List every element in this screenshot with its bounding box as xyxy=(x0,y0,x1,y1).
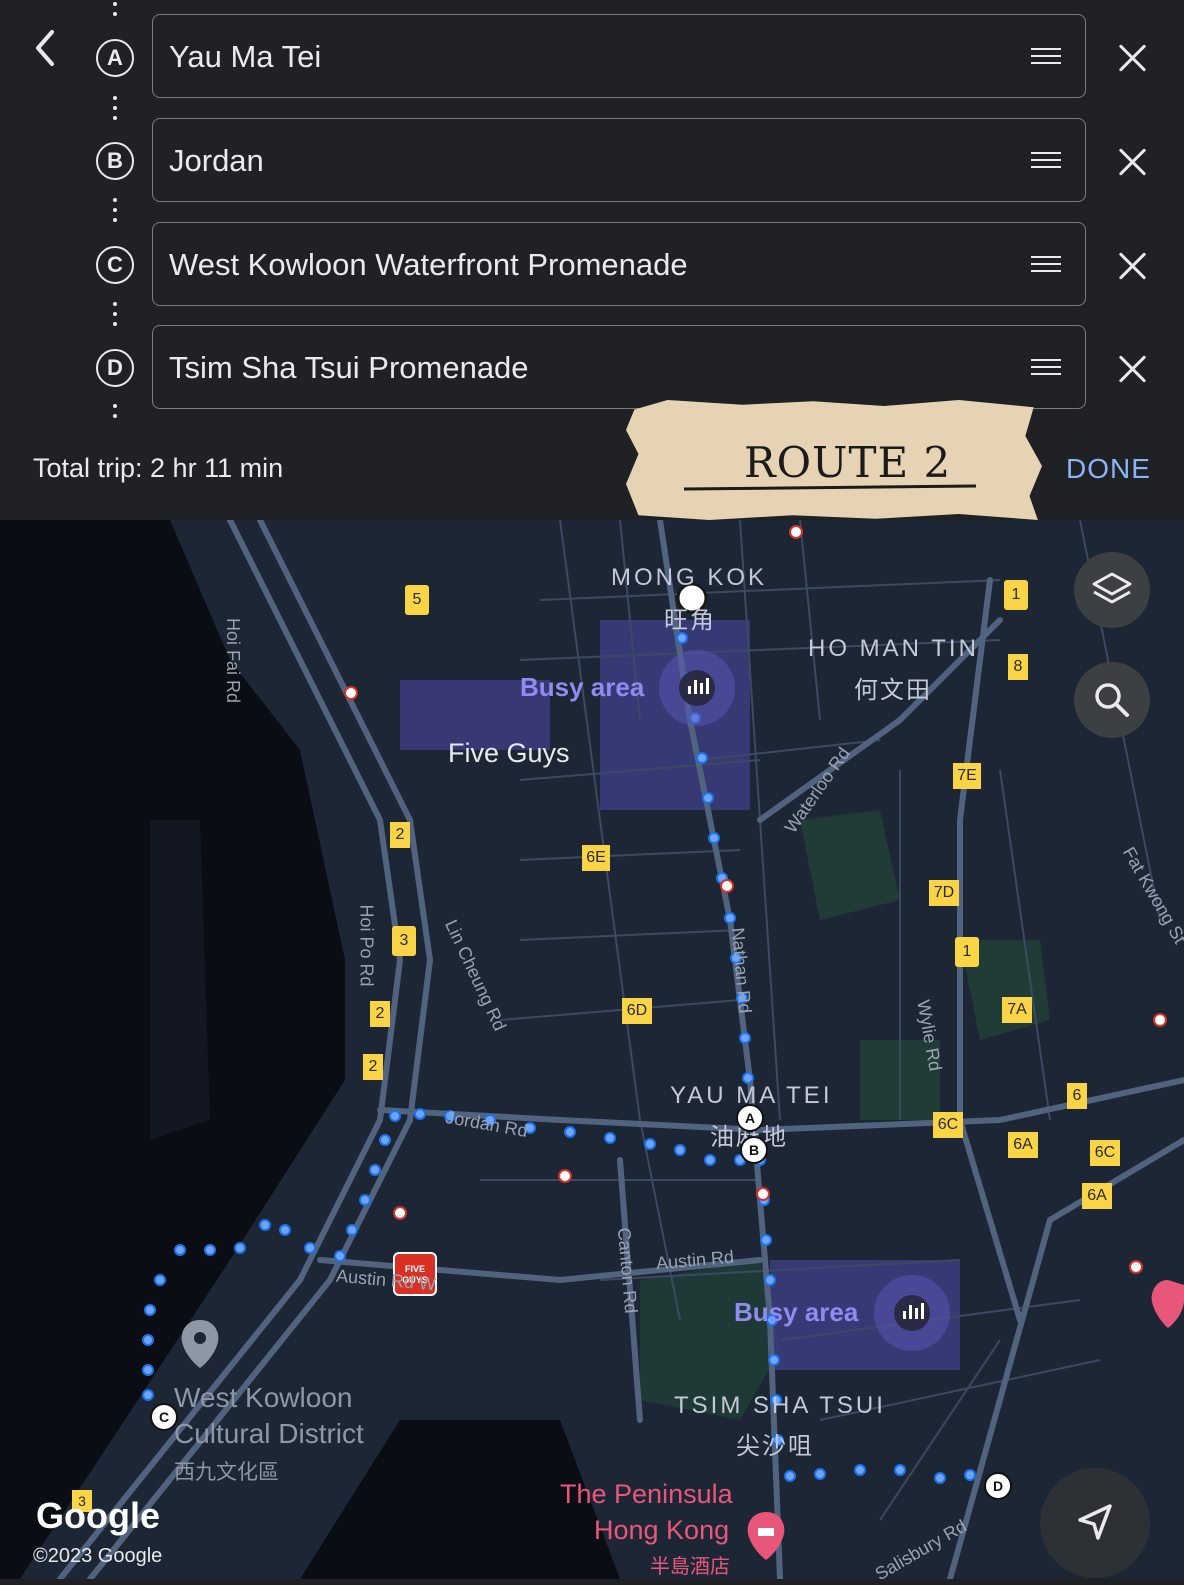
connector-dots xyxy=(112,404,118,424)
drag-handle-icon[interactable] xyxy=(1031,256,1061,277)
district-label-mong-kok-zh: 旺角 xyxy=(664,607,716,634)
stop-field-d[interactable]: Tsim Sha Tsui Promenade xyxy=(152,325,1086,409)
total-trip-time: Total trip: 2 hr 11 min xyxy=(33,453,284,483)
navigate-button[interactable] xyxy=(1040,1468,1150,1578)
stop-field-c[interactable]: West Kowloon Waterfront Promenade xyxy=(152,222,1086,306)
route-label-text: ROUTE 2 xyxy=(744,438,952,487)
stop-value: West Kowloon Waterfront Promenade xyxy=(169,247,688,282)
busy-area-label: Busy area xyxy=(520,672,645,702)
place-label-west-kowloon[interactable]: West Kowloon xyxy=(174,1382,352,1414)
waypoint-b[interactable]: B xyxy=(740,1136,768,1164)
connector-dots xyxy=(112,302,118,332)
search-button[interactable] xyxy=(1074,662,1150,738)
google-logo: Google xyxy=(36,1495,160,1536)
stop-value: Yau Ma Tei xyxy=(169,39,322,74)
busy-area-label: Busy area xyxy=(734,1297,859,1327)
stop-marker-a: A xyxy=(96,39,134,77)
connector-dots xyxy=(112,198,118,228)
place-label-hong-kong[interactable]: Hong Kong xyxy=(594,1515,729,1546)
stop-marker-d: D xyxy=(96,349,134,387)
stop-marker-b: B xyxy=(96,142,134,180)
route-shield: 7A xyxy=(1002,997,1032,1023)
waypoint-c[interactable]: C xyxy=(150,1403,178,1431)
district-label-ho-man-tin-zh: 何文田 xyxy=(854,677,932,704)
route-shield: 3 xyxy=(392,926,416,956)
place-label-peninsula-zh: 半島酒店 xyxy=(650,1556,730,1578)
map-view[interactable]: 5 1 8 7E 2 6E 7D 3 1 6D 2 2 7A 6 6C 6A 6… xyxy=(0,520,1184,1584)
route-shield: 6 xyxy=(1067,1083,1087,1109)
route-shield: 1 xyxy=(1004,580,1028,610)
route-shield: 6A xyxy=(1082,1183,1112,1209)
route-shield: 2 xyxy=(390,822,410,848)
waypoint-d[interactable]: D xyxy=(984,1472,1012,1500)
stop-marker-c: C xyxy=(96,246,134,284)
remove-stop-c-close-icon[interactable] xyxy=(1116,250,1148,282)
place-label-peninsula[interactable]: The Peninsula xyxy=(560,1479,733,1510)
done-button[interactable]: DONE xyxy=(1066,453,1151,485)
route-shield: 8 xyxy=(1008,654,1028,680)
district-label-tsim-sha-tsui-zh: 尖沙咀 xyxy=(736,1433,814,1460)
connector-dots xyxy=(112,96,118,126)
stop-value: Jordan xyxy=(169,143,264,178)
road-label: Hoi Po Rd xyxy=(356,904,377,987)
district-label-mong-kok: MONG KOK xyxy=(611,564,768,591)
layers-icon xyxy=(1092,572,1132,604)
connector-dots xyxy=(112,2,118,22)
route-shield: 6C xyxy=(1090,1140,1120,1166)
search-icon xyxy=(1095,683,1129,717)
road-label: Hoi Fai Rd xyxy=(223,617,244,704)
navigate-arrow-icon xyxy=(1078,1504,1112,1540)
waypoint-a[interactable]: A xyxy=(736,1104,764,1132)
route-shield: 2 xyxy=(363,1054,383,1080)
layers-button[interactable] xyxy=(1074,552,1150,628)
stop-field-b[interactable]: Jordan xyxy=(152,118,1086,202)
route-shield: 7E xyxy=(953,763,981,789)
route-shield: 5 xyxy=(405,585,429,615)
stop-field-a[interactable]: Yau Ma Tei xyxy=(152,14,1086,98)
route-shield: 7D xyxy=(929,880,959,906)
route-shield: 1 xyxy=(955,937,979,967)
remove-stop-d-close-icon[interactable] xyxy=(1116,353,1148,385)
place-label-west-kowloon-zh: 西九文化區 xyxy=(174,1461,279,1484)
route-shield: 6A xyxy=(1008,1132,1038,1158)
route-shield: 2 xyxy=(370,1001,390,1027)
drag-handle-icon[interactable] xyxy=(1031,152,1061,173)
drag-handle-icon[interactable] xyxy=(1031,48,1061,69)
remove-stop-a-close-icon[interactable] xyxy=(1116,42,1148,74)
route-shield: 6C xyxy=(933,1112,963,1138)
back-arrow-icon[interactable] xyxy=(26,26,66,70)
district-label-tsim-sha-tsui: TSIM SHA TSUI xyxy=(674,1392,886,1419)
drag-handle-icon[interactable] xyxy=(1031,359,1061,380)
route-shield: 6D xyxy=(622,998,652,1024)
copyright-text: ©2023 Google xyxy=(33,1545,163,1567)
place-label-five-guys[interactable]: Five Guys xyxy=(448,738,570,769)
stop-value: Tsim Sha Tsui Promenade xyxy=(169,350,529,385)
remove-stop-b-close-icon[interactable] xyxy=(1116,146,1148,178)
place-label-cultural-district[interactable]: Cultural District xyxy=(174,1418,364,1450)
route-shield: 6E xyxy=(582,845,610,871)
district-label-ho-man-tin: HO MAN TIN xyxy=(808,635,979,662)
